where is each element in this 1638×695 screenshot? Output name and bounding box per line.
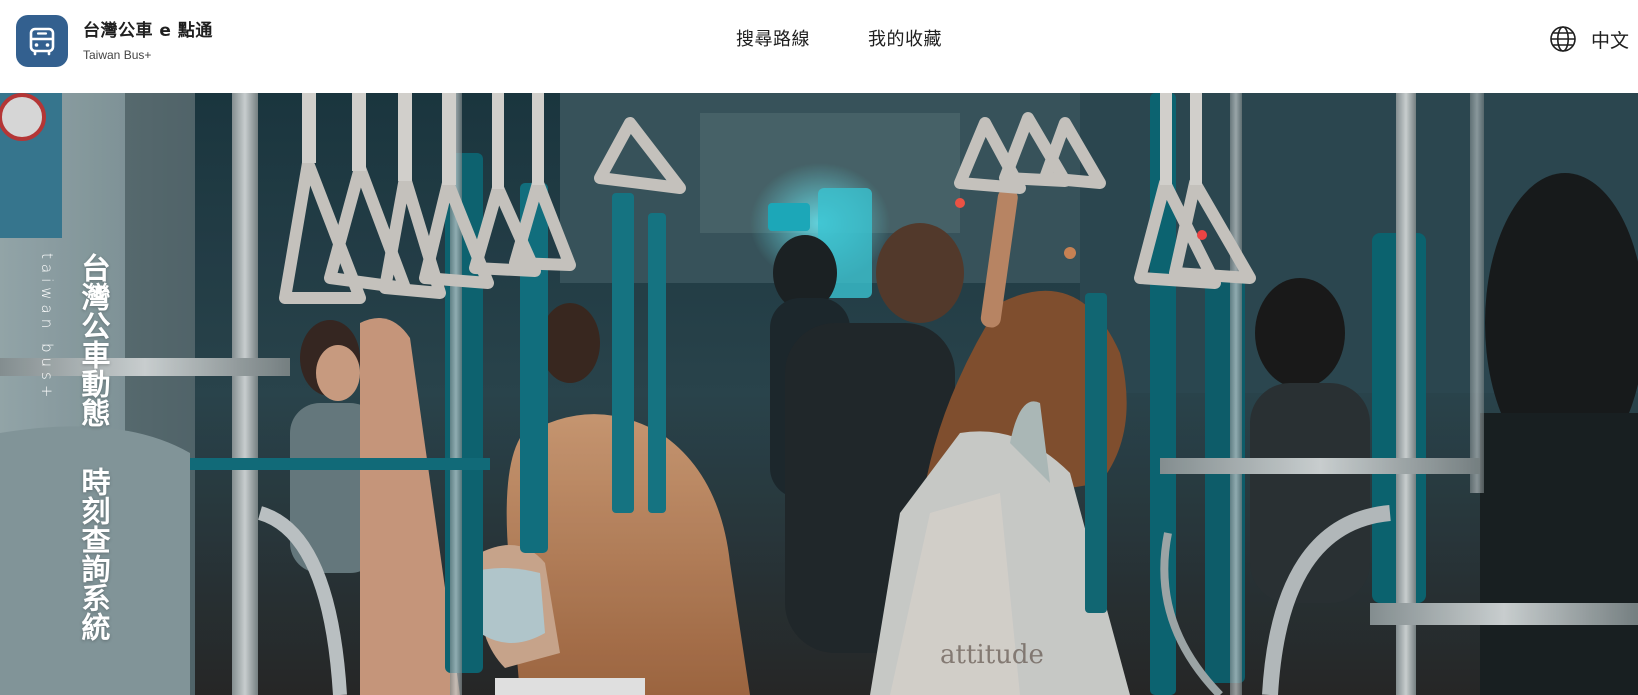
hero-tagline: taiwan bus+ xyxy=(38,253,56,403)
brand-title: 台灣公車 e 點通 xyxy=(83,20,213,41)
main-nav: 搜尋路線 我的收藏 xyxy=(736,26,942,54)
hero-title: 台灣公車動態時刻查詢系統 xyxy=(74,253,113,641)
bus-icon xyxy=(16,15,68,67)
language-switcher[interactable]: 中文 xyxy=(1549,25,1629,57)
hero-title-line-1: 台灣公車動態 xyxy=(77,253,111,427)
hero-title-line-2: 時刻查詢系統 xyxy=(77,467,111,641)
top-header: 台灣公車 e 點通 Taiwan Bus+ 搜尋路線 我的收藏 中文 xyxy=(0,0,1638,93)
brand-home-link[interactable]: 台灣公車 e 點通 Taiwan Bus+ xyxy=(16,15,213,67)
nav-my-favorites[interactable]: 我的收藏 xyxy=(868,26,942,54)
brand-subtitle: Taiwan Bus+ xyxy=(83,47,152,62)
brand-text: 台灣公車 e 點通 Taiwan Bus+ xyxy=(83,19,213,64)
hero-banner: attitude 台灣公車動態時刻查詢系統 taiwan bus+ xyxy=(0,93,1638,695)
nav-search-routes[interactable]: 搜尋路線 xyxy=(736,26,810,54)
hero-photo: attitude xyxy=(0,93,1638,695)
language-label: 中文 xyxy=(1590,30,1629,52)
globe-icon xyxy=(1549,25,1577,57)
